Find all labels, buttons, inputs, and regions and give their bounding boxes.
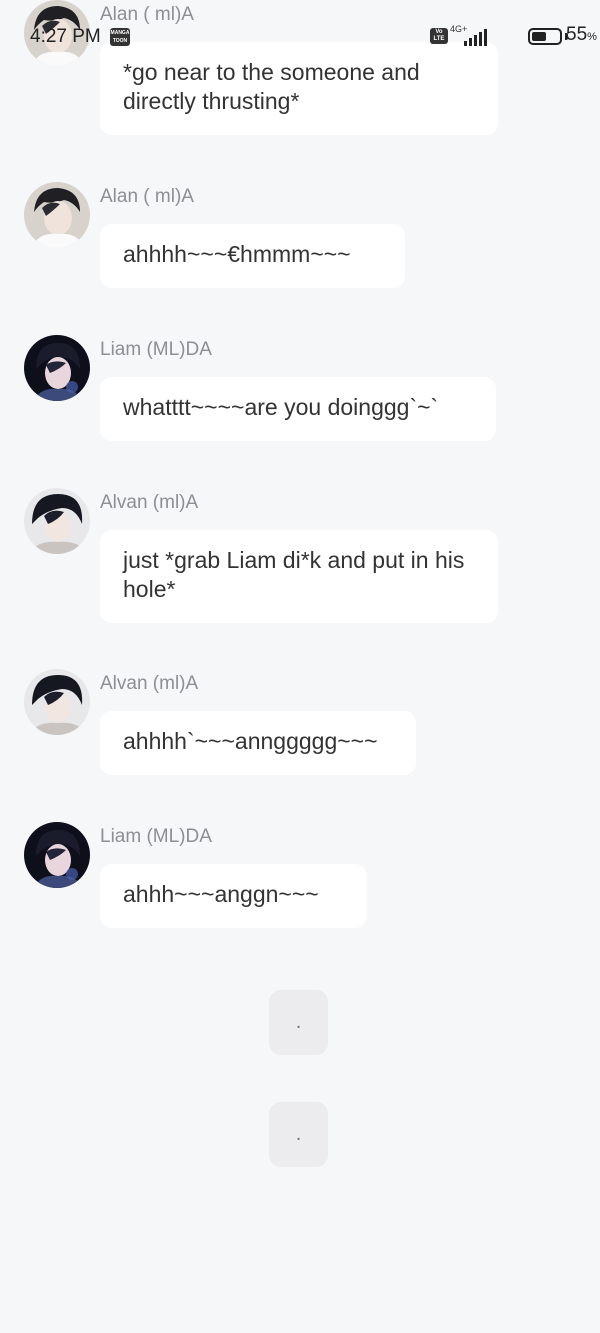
sender-name: Alvan (ml)A xyxy=(100,673,199,694)
battery-icon xyxy=(528,28,562,45)
message-bubble[interactable]: ahhhh`~~~annggggg~~~ xyxy=(100,711,416,775)
alan-avatar[interactable] xyxy=(24,182,90,248)
typing-indicator-bubble: . xyxy=(269,1102,328,1167)
signal-strength-icon xyxy=(464,29,487,46)
battery-fill xyxy=(532,32,547,41)
message-bubble[interactable]: just *grab Liam di*k and put in his hole… xyxy=(100,530,498,623)
battery-percent: 55% xyxy=(566,24,597,45)
liam-avatar-icon xyxy=(24,335,90,401)
liam-avatar[interactable] xyxy=(24,822,90,888)
message-bubble[interactable]: ahhhh~~~€hmmm~~~ xyxy=(100,224,405,288)
sender-name: Liam (ML)DA xyxy=(100,339,212,360)
status-bar: 4:27 PM MANGA TOON Vo LTE 4G+ 55% xyxy=(0,24,600,52)
alvan-avatar-icon xyxy=(24,488,90,554)
liam-avatar[interactable] xyxy=(24,335,90,401)
alvan-avatar[interactable] xyxy=(24,669,90,735)
message-bubble[interactable]: whatttt~~~~are you doinggg`~` xyxy=(100,377,496,441)
sender-name: Alan ( ml)A xyxy=(100,186,194,207)
status-time: 4:27 PM xyxy=(30,26,101,47)
alvan-avatar-icon xyxy=(24,669,90,735)
sender-name: Liam (ML)DA xyxy=(100,826,212,847)
typing-indicator-bubble: . xyxy=(269,990,328,1055)
alan-avatar-icon xyxy=(24,182,90,248)
message-bubble[interactable]: *go near to the someone and directly thr… xyxy=(100,42,498,135)
sender-name: Alan ( ml)A xyxy=(100,4,194,25)
volte-icon: Vo LTE xyxy=(430,28,448,44)
mangatoon-app-icon: MANGA TOON xyxy=(110,28,130,46)
liam-avatar-icon xyxy=(24,822,90,888)
message-bubble[interactable]: ahhh~~~anggn~~~ xyxy=(100,864,367,928)
alvan-avatar[interactable] xyxy=(24,488,90,554)
sender-name: Alvan (ml)A xyxy=(100,492,199,513)
